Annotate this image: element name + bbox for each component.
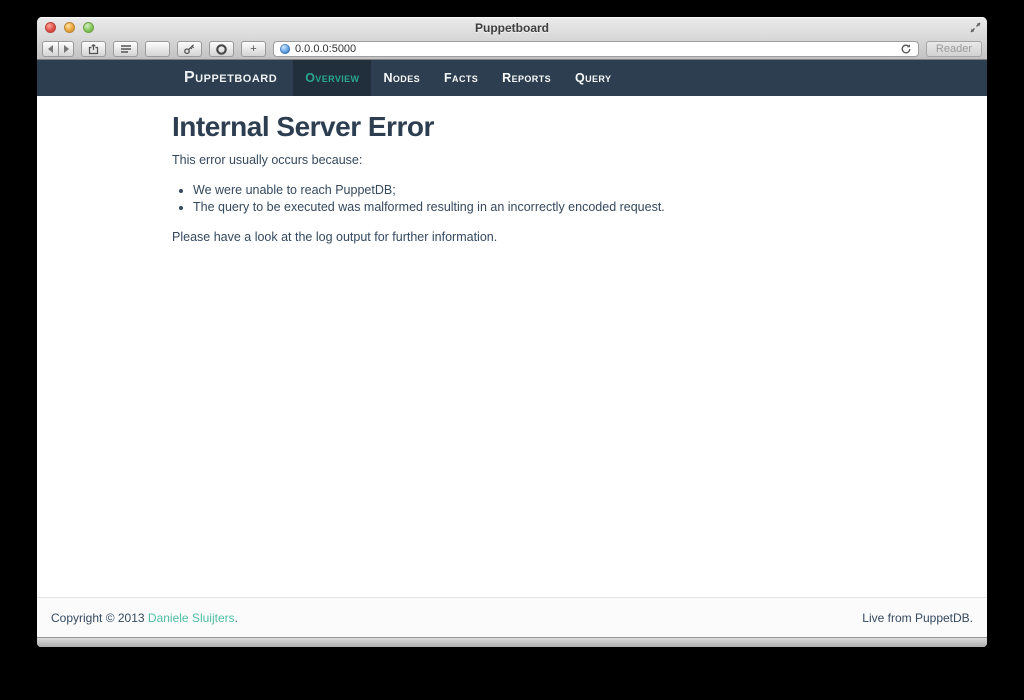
- desktop-background: Puppetboard: [0, 0, 1024, 700]
- nav-item-nodes[interactable]: Nodes: [371, 60, 432, 96]
- reading-list-button[interactable]: [113, 41, 138, 57]
- traffic-lights: [45, 22, 94, 33]
- key-icon: [183, 43, 196, 55]
- reading-list-icon: [120, 44, 132, 54]
- share-icon: [87, 43, 100, 55]
- back-icon: [48, 45, 53, 53]
- error-intro-text: This error usually occurs because:: [172, 153, 852, 169]
- close-icon[interactable]: [45, 22, 56, 33]
- blank-toolbar-button[interactable]: [145, 41, 170, 57]
- live-from-puppetdb-text: Live from PuppetDB.: [862, 611, 973, 625]
- reader-button[interactable]: Reader: [926, 41, 982, 57]
- new-tab-button[interactable]: +: [241, 41, 266, 57]
- forward-icon: [64, 45, 69, 53]
- browser-window: Puppetboard: [37, 17, 987, 647]
- back-button[interactable]: [42, 41, 58, 57]
- forward-button[interactable]: [58, 41, 74, 57]
- page-content: Internal Server Error This error usually…: [37, 96, 987, 597]
- error-outro-text: Please have a look at the log output for…: [172, 230, 852, 246]
- copyright-prefix: Copyright © 2013: [51, 611, 148, 625]
- browser-titlebar[interactable]: Puppetboard: [37, 17, 987, 39]
- reload-icon: [900, 43, 912, 55]
- brand-puppetboard[interactable]: Puppetboard: [172, 60, 291, 96]
- fullscreen-icon[interactable]: [970, 22, 981, 33]
- author-link[interactable]: Daniele Sluijters: [148, 611, 235, 625]
- url-text: 0.0.0.0:5000: [295, 43, 895, 55]
- browser-toolbar: + 0.0.0.0:5000 Reader: [37, 39, 987, 60]
- app-navbar: Puppetboard Overview Nodes Facts Reports…: [37, 60, 987, 96]
- globe-icon: [280, 44, 290, 54]
- window-bottom-bar: [37, 637, 987, 647]
- history-nav-group: [42, 41, 74, 57]
- nav-item-query[interactable]: Query: [563, 60, 623, 96]
- zoom-icon[interactable]: [83, 22, 94, 33]
- copyright-text: Copyright © 2013 Daniele Sluijters.: [51, 611, 238, 625]
- page-footer: Copyright © 2013 Daniele Sluijters. Live…: [37, 597, 987, 637]
- nav-item-reports[interactable]: Reports: [490, 60, 563, 96]
- nav-item-overview[interactable]: Overview: [293, 60, 371, 96]
- error-cause-list: We were unable to reach PuppetDB; The qu…: [172, 183, 852, 216]
- window-title: Puppetboard: [37, 21, 987, 35]
- reload-button[interactable]: [900, 43, 912, 55]
- nav-item-facts[interactable]: Facts: [432, 60, 490, 96]
- share-button[interactable]: [81, 41, 106, 57]
- page-title: Internal Server Error: [172, 111, 852, 143]
- url-bar[interactable]: 0.0.0.0:5000: [273, 41, 919, 57]
- extension-button[interactable]: [209, 41, 234, 57]
- copyright-suffix: .: [235, 611, 238, 625]
- ring-icon: [215, 43, 228, 56]
- list-item: We were unable to reach PuppetDB;: [193, 183, 852, 198]
- new-tab-icon: +: [250, 44, 256, 55]
- navbar-container: Puppetboard Overview Nodes Facts Reports…: [172, 60, 852, 96]
- minimize-icon[interactable]: [64, 22, 75, 33]
- keychain-button[interactable]: [177, 41, 202, 57]
- list-item: The query to be executed was malformed r…: [193, 200, 852, 215]
